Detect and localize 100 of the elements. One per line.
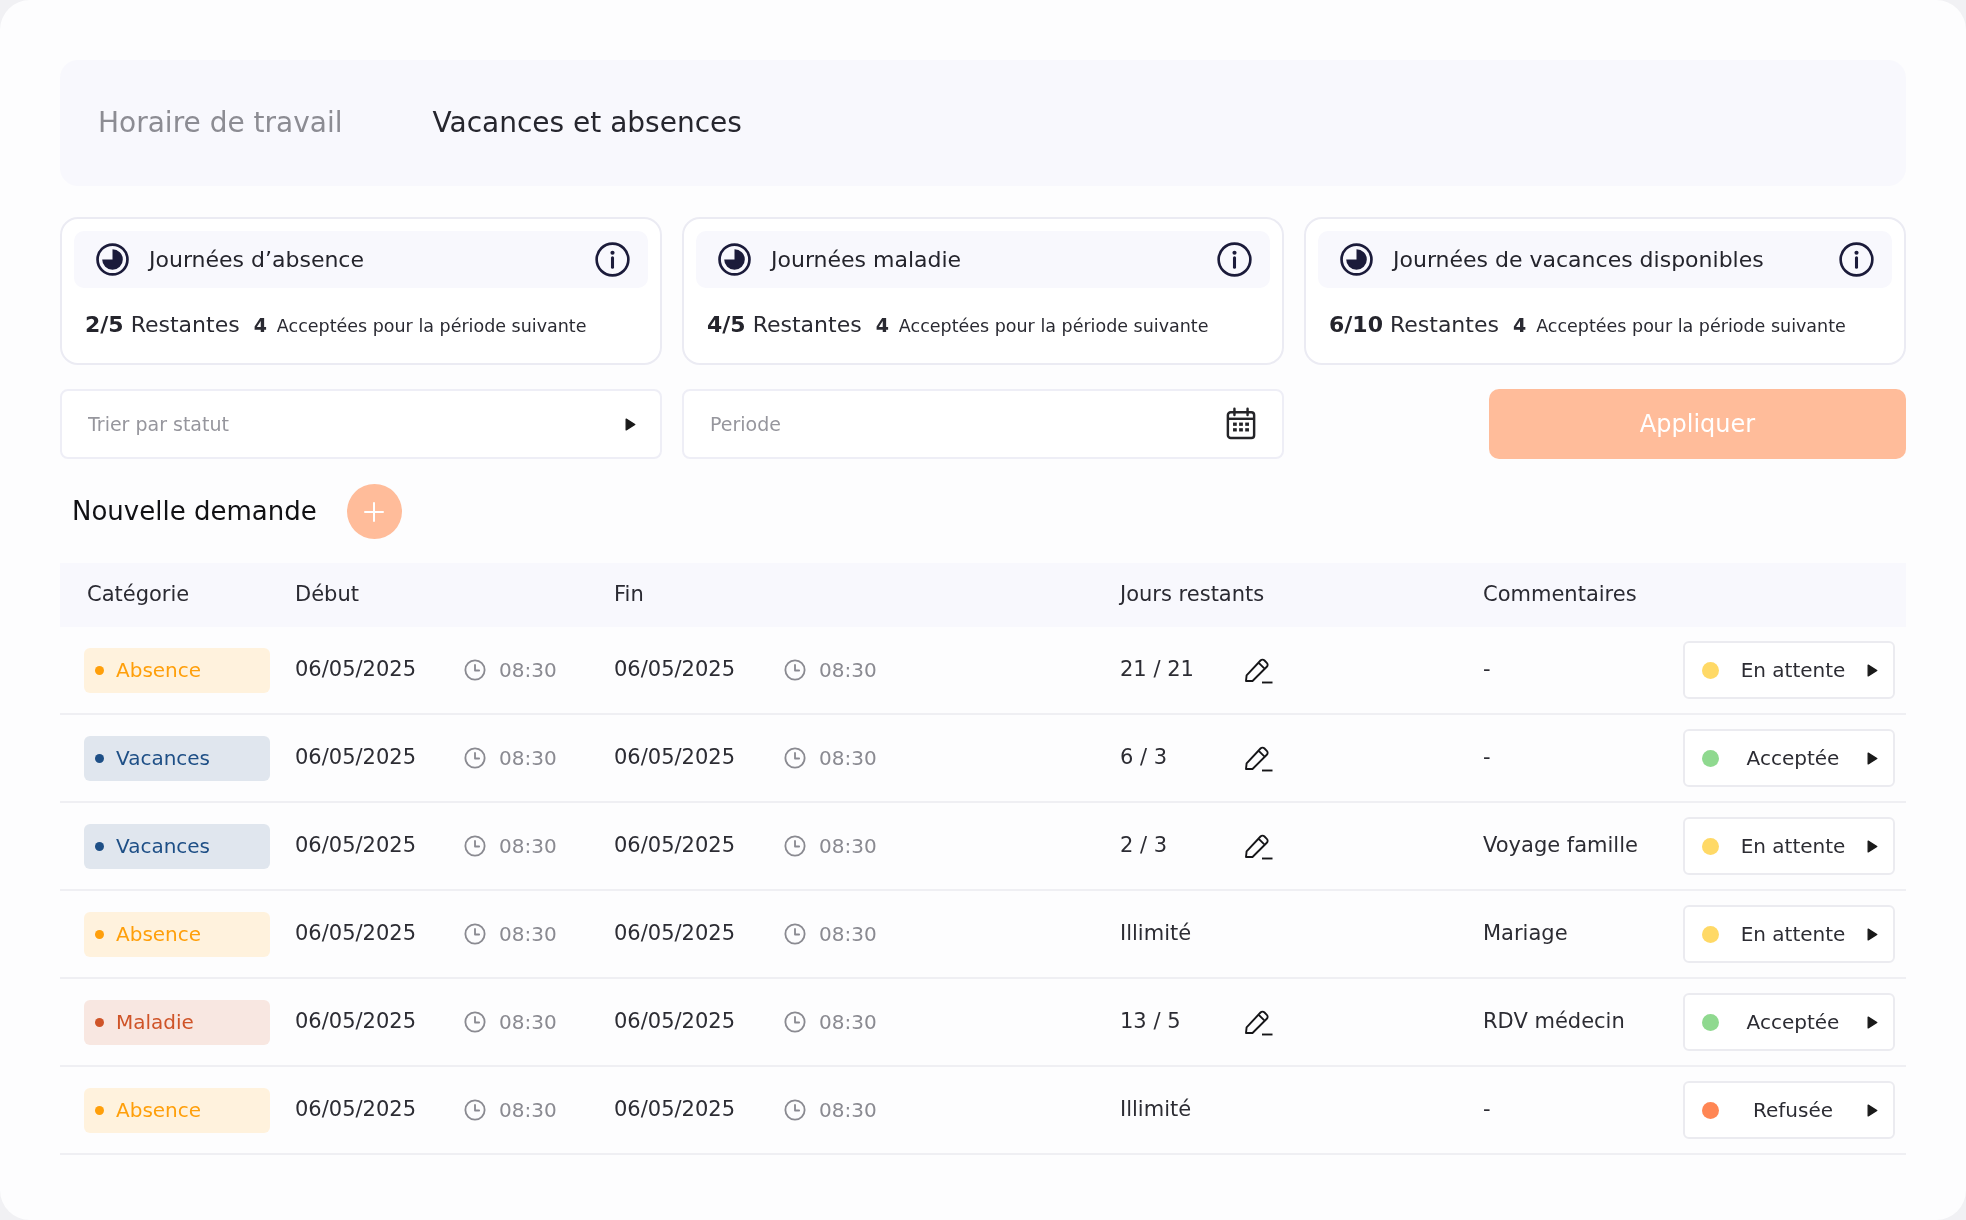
clock-icon (784, 835, 806, 857)
remaining-count: 6/10 (1329, 311, 1383, 339)
days-text: 13 / 5 (1120, 1009, 1181, 1034)
pie-chart-icon (1340, 243, 1373, 276)
category-label: Vacances (116, 745, 211, 772)
pie-chart-icon (96, 243, 129, 276)
status-dropdown[interactable]: En attente (1683, 905, 1895, 963)
info-icon[interactable] (1217, 242, 1252, 277)
remaining-count: 2/5 (85, 311, 124, 339)
time-text: 08:30 (819, 921, 877, 948)
time-text: 08:30 (819, 745, 877, 772)
date-text: 06/05/2025 (614, 833, 736, 858)
time-text: 08:30 (819, 657, 877, 684)
clock-icon (464, 747, 486, 769)
time-text: 08:30 (499, 921, 557, 948)
info-icon[interactable] (595, 242, 630, 277)
accepted-count: 4 (875, 313, 889, 338)
time-text: 08:30 (819, 1009, 877, 1036)
category-label: Absence (116, 921, 202, 948)
status-dropdown[interactable]: En attente (1683, 817, 1895, 875)
caret-icon (1867, 1103, 1878, 1117)
card-title: Journées de vacances disponibles (1393, 246, 1764, 274)
column-header: Catégorie (87, 582, 190, 607)
remaining-label: Restantes (752, 311, 862, 339)
date-text: 06/05/2025 (295, 1009, 417, 1034)
clock-icon (784, 1011, 806, 1033)
days-text: Illimité (1120, 921, 1192, 946)
date-text: 06/05/2025 (295, 745, 417, 770)
clock-icon (464, 835, 486, 857)
clock-icon (464, 1011, 486, 1033)
caret-icon (1867, 927, 1878, 941)
tab[interactable]: Vacances et absences (432, 102, 742, 144)
clock-icon (784, 923, 806, 945)
card-title: Journées maladie (771, 246, 962, 274)
caret-icon (1867, 1015, 1878, 1029)
section-title: Nouvelle demande (72, 495, 317, 528)
comment-text: Voyage famille (1483, 833, 1638, 858)
pencil-icon[interactable] (1244, 656, 1274, 684)
category-label: Maladie (116, 1009, 194, 1036)
time-text: 08:30 (499, 1097, 557, 1124)
comment-text: - (1483, 1097, 1491, 1122)
days-text: 6 / 3 (1120, 745, 1168, 770)
accepted-count: 4 (1512, 313, 1527, 338)
status-dropdown[interactable]: Acceptée (1683, 993, 1895, 1051)
time-text: 08:30 (819, 833, 877, 860)
category-label: Vacances (116, 833, 211, 860)
pencil-icon[interactable] (1244, 744, 1274, 772)
date-text: 06/05/2025 (614, 921, 736, 946)
column-header: Début (295, 582, 359, 607)
pie-chart-icon (718, 243, 751, 276)
date-text: 06/05/2025 (614, 745, 736, 770)
days-text: Illimité (1120, 1097, 1192, 1122)
date-text: 06/05/2025 (295, 657, 417, 682)
caret-icon (1867, 663, 1878, 677)
remaining-label: Restantes (1389, 311, 1499, 339)
clock-icon (784, 659, 806, 681)
pencil-icon[interactable] (1244, 1008, 1274, 1036)
time-text: 08:30 (499, 657, 557, 684)
status-select[interactable]: Trier par statut (60, 389, 662, 459)
column-header: Jours restants (1120, 582, 1265, 607)
date-text: 06/05/2025 (614, 1009, 736, 1034)
column-header: Commentaires (1483, 582, 1637, 607)
period-field[interactable]: Periode (682, 389, 1284, 459)
calendar-icon[interactable] (1226, 407, 1256, 440)
comment-text: - (1483, 657, 1491, 682)
pencil-icon[interactable] (1244, 832, 1274, 860)
days-text: 21 / 21 (1120, 657, 1194, 682)
remaining-count: 4/5 (707, 311, 746, 339)
date-text: 06/05/2025 (295, 921, 417, 946)
days-text: 2 / 3 (1120, 833, 1168, 858)
caret-icon (1867, 839, 1878, 853)
date-text: 06/05/2025 (295, 1097, 417, 1122)
comment-text: Mariage (1483, 921, 1568, 946)
clock-icon (784, 747, 806, 769)
caret-icon (1867, 751, 1878, 765)
date-text: 06/05/2025 (614, 657, 736, 682)
date-text: 06/05/2025 (614, 1097, 736, 1122)
accepted-count: 4 (253, 313, 267, 338)
comment-text: RDV médecin (1483, 1009, 1625, 1034)
accepted-label: Acceptées pour la période suivante (898, 315, 1209, 338)
remaining-label: Restantes (130, 311, 240, 339)
clock-icon (464, 923, 486, 945)
info-icon[interactable] (1839, 242, 1874, 277)
time-text: 08:30 (819, 1097, 877, 1124)
date-text: 06/05/2025 (295, 833, 417, 858)
accepted-label: Acceptées pour la période suivante (1536, 315, 1846, 338)
clock-icon (784, 1099, 806, 1121)
clock-icon (464, 659, 486, 681)
status-dropdown[interactable]: Acceptée (1683, 729, 1895, 787)
comment-text: - (1483, 745, 1491, 770)
column-header: Fin (614, 582, 644, 607)
status-dropdown[interactable]: En attente (1683, 641, 1895, 699)
accepted-label: Acceptées pour la période suivante (276, 315, 587, 338)
category-label: Absence (116, 1097, 202, 1124)
time-text: 08:30 (499, 1009, 557, 1036)
time-text: 08:30 (499, 745, 557, 772)
time-text: 08:30 (499, 833, 557, 860)
caret-icon (625, 418, 636, 431)
card-title: Journées d’absence (149, 246, 364, 274)
status-dropdown[interactable]: Refusée (1683, 1081, 1895, 1139)
